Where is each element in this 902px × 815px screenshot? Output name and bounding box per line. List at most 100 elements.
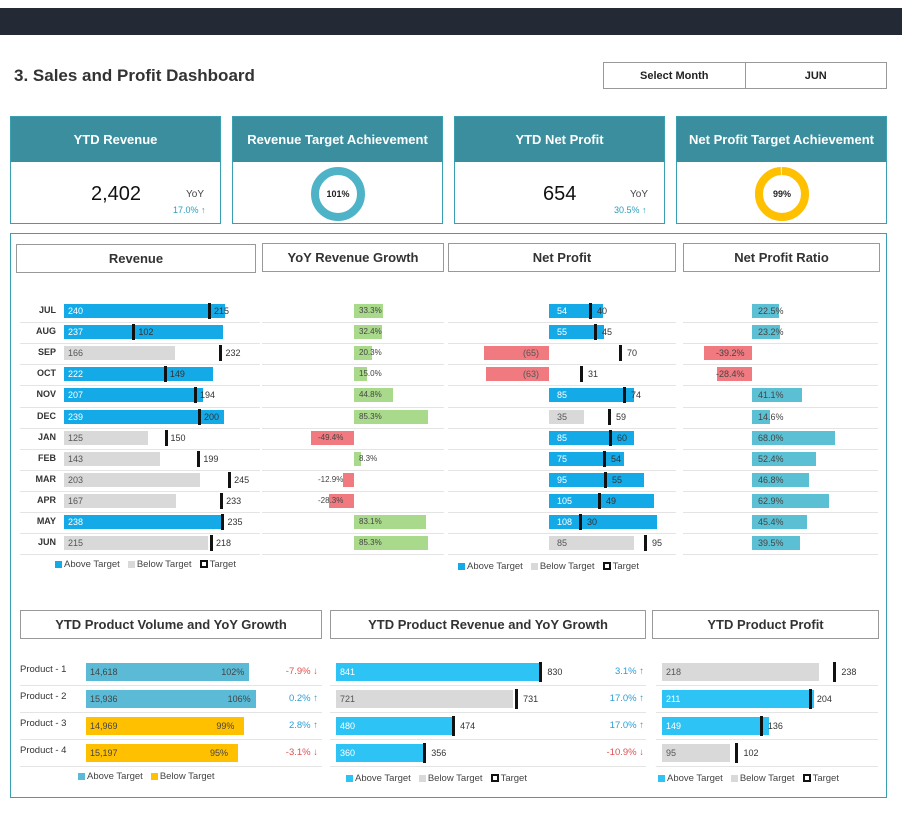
month-label: MAR (35, 473, 57, 484)
row-divider (683, 533, 878, 535)
row-divider (330, 712, 646, 713)
month-selector-label: Select Month (604, 63, 746, 88)
product-profit-target-mark (735, 743, 739, 763)
month-label: NOV (36, 389, 56, 400)
month-label: SEP (37, 347, 56, 358)
product-volume-value: 14,969 (90, 721, 118, 731)
row-divider (20, 343, 260, 345)
revenue-value: 203 (68, 474, 84, 485)
product-profit-target-value: 102 (743, 748, 759, 758)
net-profit-value: (65) (523, 348, 540, 359)
net-profit-target-mark (580, 366, 583, 383)
month-selector-value[interactable]: JUN (746, 63, 887, 88)
net-profit-target-mark (644, 535, 647, 552)
row-divider (262, 427, 444, 429)
row-divider (262, 469, 444, 471)
net-profit-ratio-value: 14.6% (758, 411, 784, 422)
month-label: JAN (37, 431, 56, 442)
revenue-bar (64, 515, 224, 529)
net-profit-value: 108 (557, 517, 573, 527)
legend-above: Above Target (346, 773, 411, 784)
product-revenue-legend: Above Target Below Target Target (346, 773, 527, 784)
net-profit-target-mark (579, 514, 582, 530)
row-divider (20, 712, 322, 713)
row-divider (262, 448, 444, 450)
revenue-target-mark (220, 492, 224, 509)
row-divider (683, 512, 878, 513)
product-profit-bar (662, 663, 819, 681)
product-revenue-growth: 17.0% ↑ (609, 693, 644, 704)
revenue-bar (64, 388, 203, 403)
product-revenue-bar (336, 690, 513, 708)
yoy-growth-value: 8.3% (359, 453, 378, 463)
product-revenue-growth: -10.9% ↓ (606, 747, 645, 758)
row-divider (683, 343, 878, 345)
net-profit-target-mark (619, 345, 622, 362)
product-volume-growth: 2.8% ↑ (288, 720, 318, 731)
revenue-target-value: 150 (170, 432, 186, 443)
section-product-revenue: YTD Product Revenue and YoY Growth (330, 610, 646, 639)
net-profit-value: 55 (557, 327, 568, 338)
product-revenue-value: 480 (340, 721, 356, 731)
kpi-title: YTD Revenue (11, 117, 220, 162)
row-divider (262, 364, 444, 366)
revenue-bar (64, 304, 225, 318)
month-selector[interactable]: Select Month JUN (603, 62, 887, 89)
row-divider (20, 385, 260, 387)
net-profit-value: 105 (557, 495, 573, 506)
net-profit-target-value: 60 (617, 432, 628, 443)
net-profit-target-value: 40 (597, 306, 608, 316)
legend-above: Above Target (55, 559, 120, 570)
yoy-growth-value: 33.3% (359, 306, 382, 315)
net-profit-target-value: 31 (588, 369, 599, 380)
product-volume-legend: Above Target Below Target (78, 771, 215, 782)
revenue-achievement-donut: 101% (311, 167, 365, 221)
revenue-target-mark (163, 366, 167, 383)
net-profit-target-value: 55 (612, 474, 623, 485)
row-divider (20, 766, 322, 767)
row-divider (262, 512, 444, 513)
net-profit-legend: Above Target Below Target Target (458, 561, 639, 572)
net-profit-target-value: 45 (602, 327, 613, 338)
product-volume-growth: 0.2% ↑ (288, 693, 318, 704)
net-profit-ratio-value: -39.2% (716, 348, 745, 359)
revenue-value: 143 (68, 453, 84, 464)
product-revenue-value: 841 (340, 667, 356, 677)
row-divider (448, 469, 676, 471)
revenue-target-value: 235 (227, 517, 243, 527)
revenue-target-mark (193, 387, 197, 404)
revenue-value: 215 (68, 538, 84, 549)
product-label: Product - 4 (20, 745, 67, 756)
product-revenue-target-value: 474 (460, 721, 476, 731)
row-divider (448, 364, 676, 366)
legend-above: Above Target (78, 771, 143, 782)
month-label: FEB (38, 452, 56, 463)
yoy-growth-value: -12.9% (318, 474, 344, 484)
kpi-value: 654 (543, 183, 577, 205)
product-profit-value: 218 (666, 667, 682, 677)
product-profit-target-mark (808, 689, 812, 709)
net-profit-target-value: 49 (606, 495, 617, 506)
page-title: 3. Sales and Profit Dashboard (14, 66, 255, 85)
net-profit-value: 54 (557, 306, 568, 316)
row-divider (20, 448, 260, 450)
product-label: Product - 1 (20, 664, 67, 675)
revenue-target-value: 200 (204, 411, 220, 422)
section-product-volume: YTD Product Volume and YoY Growth (20, 610, 322, 639)
net-profit-target-value: 30 (587, 517, 598, 527)
product-label: Product - 3 (20, 718, 67, 729)
revenue-target-mark (197, 450, 201, 467)
net-profit-value: 95 (557, 474, 568, 485)
net-profit-target-mark (623, 387, 626, 404)
revenue-value: 222 (68, 369, 84, 380)
product-profit-value: 211 (666, 694, 681, 704)
revenue-value: 238 (68, 517, 84, 527)
net-profit-bar (486, 367, 549, 382)
legend-above: Above Target (658, 773, 723, 784)
legend-below: Below Target (530, 561, 595, 572)
net-profit-value: 85 (557, 538, 568, 549)
row-divider (20, 322, 260, 324)
row-divider (448, 406, 676, 408)
month-label: AUG (36, 326, 56, 337)
yoy-growth-bar (342, 472, 354, 487)
